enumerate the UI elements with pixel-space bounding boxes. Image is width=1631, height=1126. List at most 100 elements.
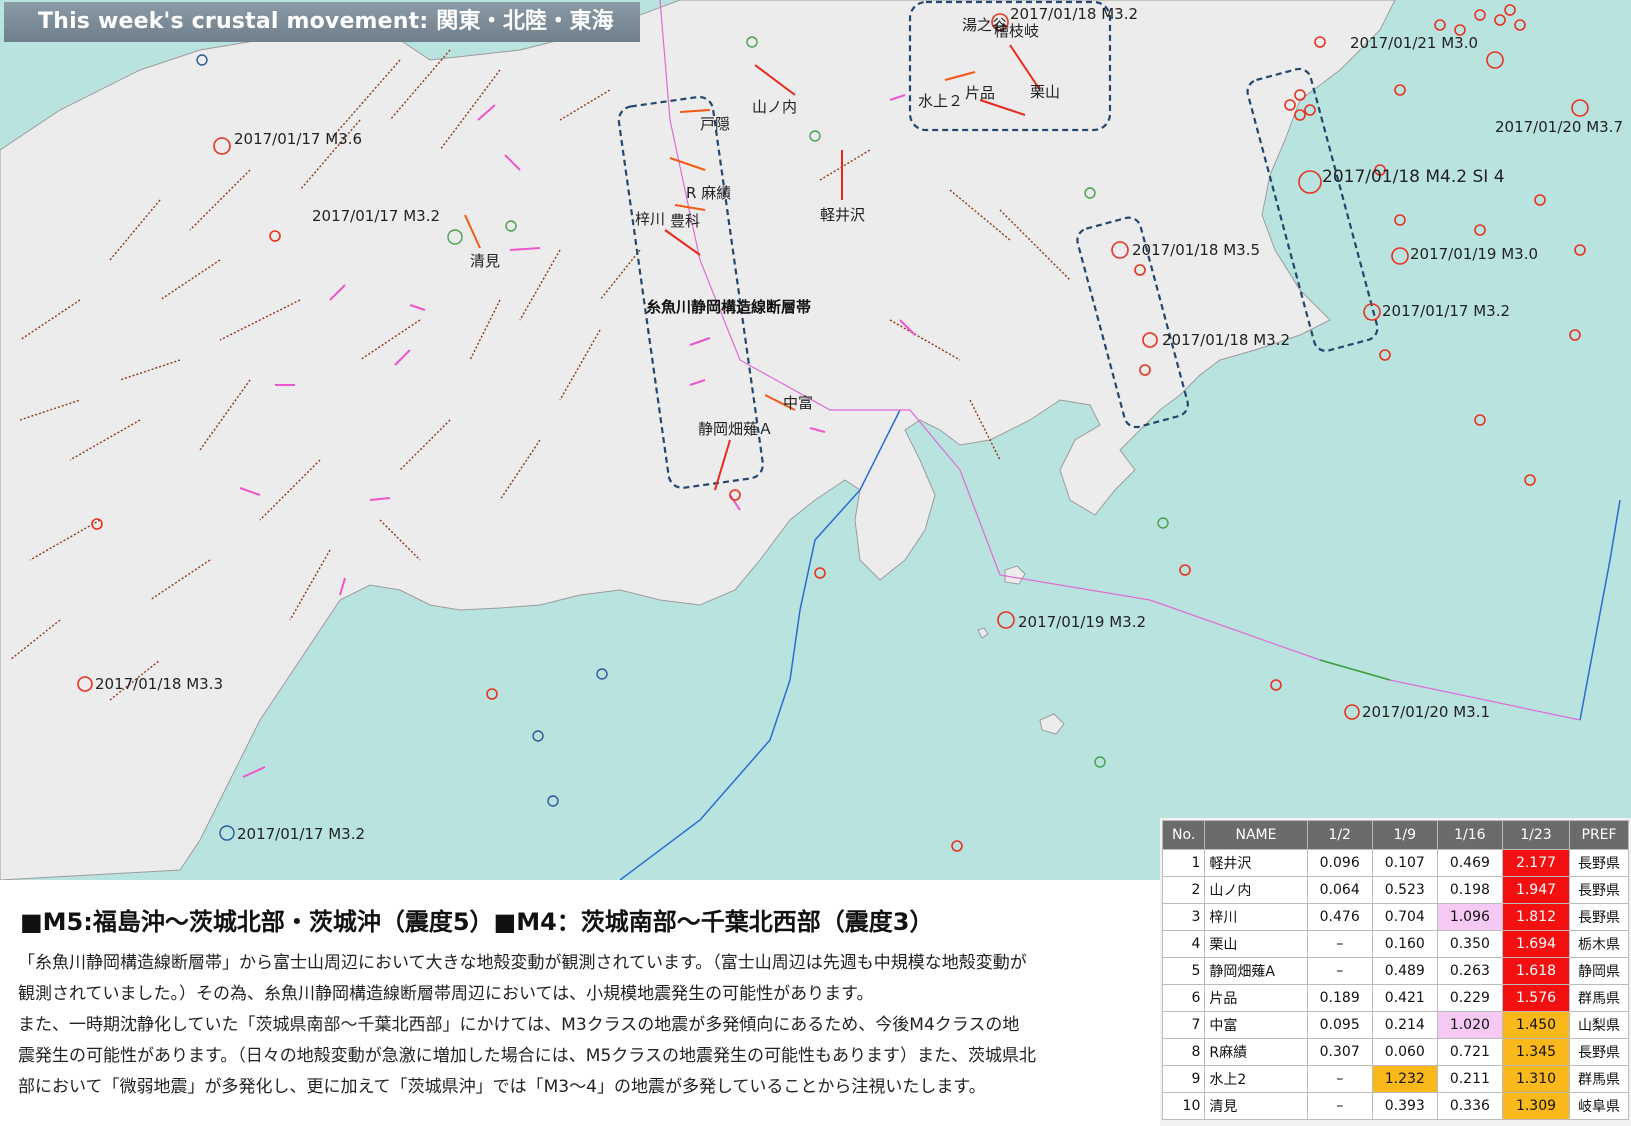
quake-label: 2017/01/17 M3.2: [237, 825, 366, 843]
crustal-map: This week's crustal movement: 関東・北陸・東海 糸…: [0, 0, 1631, 880]
quake-label: 2017/01/18 M3.2: [1010, 5, 1139, 23]
row-pref: 長野県: [1569, 849, 1629, 877]
row-value-1-2: 0.307: [1306, 1038, 1373, 1066]
row-name: 水上2: [1204, 1065, 1308, 1093]
station-label: 清見: [470, 252, 501, 270]
row-value-1-23: 2.177: [1501, 849, 1571, 877]
row-value-1-16: 0.350: [1436, 930, 1503, 958]
row-value-1-9: 0.160: [1371, 930, 1438, 958]
table-body: 1 軽井沢 0.096 0.107 0.469 2.177 長野県 2 山ノ内 0.064 0.52…: [1161, 849, 1629, 1120]
row-value-1-16: 0.211: [1436, 1065, 1503, 1093]
row-no: 3: [1161, 903, 1206, 931]
quake-label: 2017/01/17 M3.6: [234, 130, 363, 148]
row-value-1-23: 1.812: [1501, 903, 1571, 931]
station-label: R 麻績: [686, 184, 732, 202]
quake-label: 2017/01/19 M3.2: [1018, 613, 1147, 631]
row-value-1-23: 1.310: [1501, 1065, 1571, 1093]
paragraph-line: 震発生の可能性があります。（日々の地殻変動が急激に増加した場合には、M5クラスの…: [18, 1046, 1036, 1066]
table-row: 9 水上2–1.232 0.211 1.310 群馬県: [1161, 1065, 1629, 1093]
row-name: 静岡畑薙A: [1204, 957, 1308, 985]
col-name: NAME: [1204, 820, 1308, 850]
quake-label: 2017/01/19 M3.0: [1410, 245, 1539, 263]
row-pref: 群馬県: [1569, 1065, 1629, 1093]
row-value-1-2: –: [1306, 930, 1373, 958]
row-value-1-9: 0.393: [1371, 1092, 1438, 1120]
row-name: 梓川: [1204, 903, 1308, 931]
table-row: 2 山ノ内 0.064 0.523 0.198 1.947 長野県: [1161, 876, 1629, 904]
table-row: 8 R麻績 0.307 0.060 0.721 1.345 長野県: [1161, 1038, 1629, 1066]
row-value-1-2: 0.095: [1306, 1011, 1373, 1039]
quake-label: 2017/01/21 M3.0: [1350, 34, 1479, 52]
table-row: 6 片品 0.189 0.421 0.229 1.576 群馬県: [1161, 984, 1629, 1012]
col-no: No.: [1161, 820, 1206, 850]
row-pref: 群馬県: [1569, 984, 1629, 1012]
row-value-1-2: –: [1306, 1065, 1373, 1093]
map-title: This week's crustal movement: 関東・北陸・東海: [4, 2, 640, 42]
row-no: 7: [1161, 1011, 1206, 1039]
row-value-1-23: 1.450: [1501, 1011, 1571, 1039]
row-pref: 山梨県: [1569, 1011, 1629, 1039]
row-value-1-16: 0.469: [1436, 849, 1503, 877]
row-value-1-2: 0.096: [1306, 849, 1373, 877]
table-row: 5 静岡畑薙A –0.489 0.263 1.618 静岡県: [1161, 957, 1629, 985]
row-pref: 岐阜県: [1569, 1092, 1629, 1120]
row-name: 中富: [1204, 1011, 1308, 1039]
row-value-1-9: 0.489: [1371, 957, 1438, 985]
row-name: 山ノ内: [1204, 876, 1308, 904]
station-label: 栗山: [1030, 83, 1061, 101]
row-value-1-9: 1.232: [1371, 1065, 1438, 1093]
station-ranking-table-wrapper: No. NAME 1/2 1/9 1/16 1/23 PREF 1 軽井沢 0.09…: [1160, 818, 1631, 1126]
quake-label: 2017/01/17 M3.2: [1382, 302, 1511, 320]
row-name: 清見: [1204, 1092, 1308, 1120]
row-no: 5: [1161, 957, 1206, 985]
row-value-1-23: 1.309: [1501, 1092, 1571, 1120]
row-value-1-16: 0.721: [1436, 1038, 1503, 1066]
row-value-1-16: 0.336: [1436, 1092, 1503, 1120]
row-pref: 長野県: [1569, 876, 1629, 904]
paragraph-line: また、一時期沈静化していた「茨城県南部～千葉北西部」にかけては、M3クラスの地震…: [18, 1015, 1020, 1035]
row-no: 2: [1161, 876, 1206, 904]
row-value-1-16: 1.096: [1436, 903, 1503, 931]
row-no: 6: [1161, 984, 1206, 1012]
quake-label: 2017/01/18 M4.2 SI 4: [1322, 167, 1505, 187]
row-value-1-16: 1.020: [1436, 1011, 1503, 1039]
row-value-1-9: 0.421: [1371, 984, 1438, 1012]
row-pref: 静岡県: [1569, 957, 1629, 985]
row-value-1-23: 1.947: [1501, 876, 1571, 904]
row-name: 軽井沢: [1204, 849, 1308, 877]
quake-label: 2017/01/20 M3.1: [1362, 703, 1491, 721]
col-1-2: 1/2: [1306, 820, 1373, 850]
table-row: 3 梓川 0.476 0.704 1.096 1.812 長野県: [1161, 903, 1629, 931]
station-label: 水上２: [918, 92, 964, 110]
row-name: 片品: [1204, 984, 1308, 1012]
row-no: 8: [1161, 1038, 1206, 1066]
row-no: 1: [1161, 849, 1206, 877]
col-1-9: 1/9: [1371, 820, 1438, 850]
station-ranking-table: No. NAME 1/2 1/9 1/16 1/23 PREF 1 軽井沢 0.09…: [1161, 820, 1629, 1120]
row-value-1-2: 0.476: [1306, 903, 1373, 931]
row-pref: 長野県: [1569, 903, 1629, 931]
row-pref: 長野県: [1569, 1038, 1629, 1066]
station-label: 片品: [965, 84, 996, 102]
row-value-1-9: 0.107: [1371, 849, 1438, 877]
row-value-1-9: 0.523: [1371, 876, 1438, 904]
table-row: 10 清見 –0.393 0.336 1.309 岐阜県: [1161, 1092, 1629, 1120]
paragraph-line: 観測されていました。）その為、糸魚川静岡構造線断層帯周辺においては、小規模地震発…: [18, 984, 874, 1004]
commentary-panel: ■M5:福島沖～茨城北部・茨城沖（震度5）■M4：茨城南部～千葉北西部（震度3）…: [0, 880, 1160, 1126]
station-label: 山ノ内: [752, 98, 798, 116]
station-label: 檜枝岐: [994, 22, 1040, 40]
quake-label: 2017/01/17 M3.2: [312, 207, 441, 225]
station-label: 静岡畑薙Ａ: [698, 420, 774, 438]
row-name: 栗山: [1204, 930, 1308, 958]
row-no: 9: [1161, 1065, 1206, 1093]
table-row: 7 中富 0.095 0.214 1.020 1.450 山梨県: [1161, 1011, 1629, 1039]
quake-label: 2017/01/18 M3.2: [1162, 331, 1291, 349]
row-value-1-23: 1.694: [1501, 930, 1571, 958]
station-label: 中富: [783, 394, 814, 412]
station-label: 軽井沢: [820, 206, 866, 224]
table-header-row: No. NAME 1/2 1/9 1/16 1/23 PREF: [1161, 820, 1629, 850]
table-row: 1 軽井沢 0.096 0.107 0.469 2.177 長野県: [1161, 849, 1629, 877]
row-value-1-23: 1.618: [1501, 957, 1571, 985]
station-label: 豊科: [670, 212, 701, 230]
row-no: 4: [1161, 930, 1206, 958]
